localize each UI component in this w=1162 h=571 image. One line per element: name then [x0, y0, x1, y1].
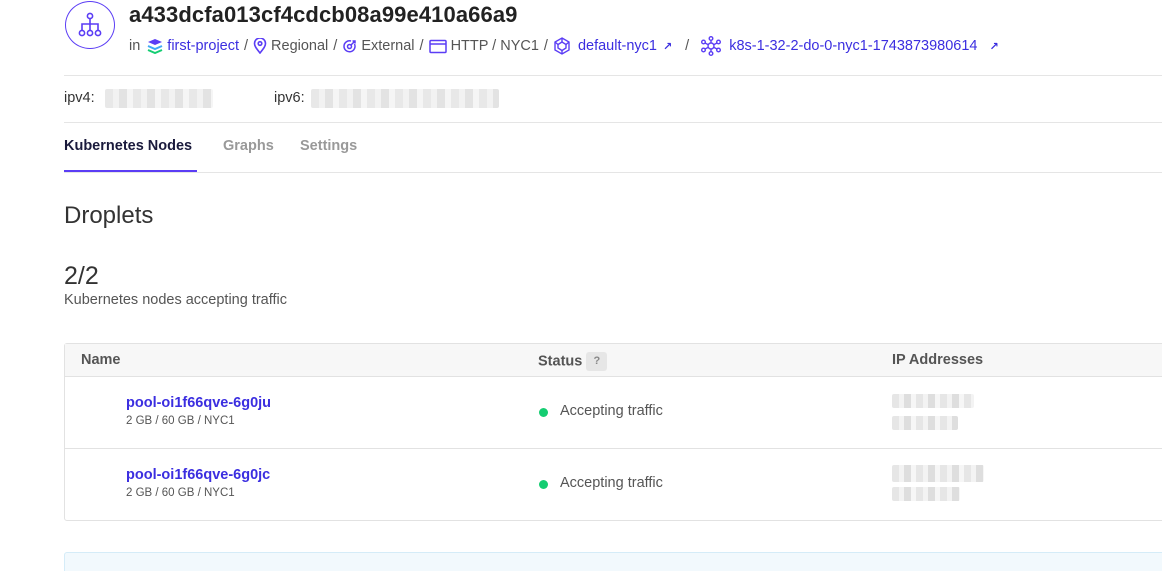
ip-address-redacted: [892, 394, 974, 408]
status-help-icon[interactable]: ?: [586, 352, 608, 371]
status-indicator: [539, 408, 548, 417]
ipv4-label: ipv4:: [64, 90, 95, 106]
in-label: in: [129, 38, 141, 54]
status-indicator: [539, 480, 548, 489]
load-balancer-icon: [65, 1, 115, 49]
page-title: a433dcfa013cf4cdcb08a99e410a66a9: [129, 2, 518, 27]
network-type: External: [361, 38, 415, 54]
droplet-name-link[interactable]: pool-oi1f66qve-6g0ju: [126, 395, 271, 411]
node-count-label: Kubernetes nodes accepting traffic: [64, 292, 288, 308]
external-link-icon[interactable]: ↗: [663, 40, 672, 53]
ipv6-label: ipv6:: [274, 90, 305, 106]
ip-address-redacted: [892, 487, 960, 501]
droplets-table: Name Status? IP Addresses pool-oi1f66qve…: [64, 343, 1162, 521]
external-link-icon[interactable]: ↗: [989, 40, 998, 53]
project-icon: [147, 38, 163, 54]
cluster-link[interactable]: k8s-1-32-2-do-0-nyc1-1743873980614: [729, 38, 977, 54]
tab-settings[interactable]: Settings: [300, 138, 357, 154]
ip-addresses-bar: ipv4: ipv6:: [64, 76, 1162, 123]
protocol-icon: [428, 39, 447, 54]
location-pin-icon: [253, 38, 267, 54]
tab-bar: Kubernetes Nodes Graphs Settings: [64, 123, 1162, 173]
project-link[interactable]: first-project: [167, 38, 239, 54]
ipv6-value-redacted: [311, 89, 499, 108]
status-text: Accepting traffic: [560, 475, 663, 491]
table-header: Name Status? IP Addresses: [65, 344, 1162, 377]
tab-graphs[interactable]: Graphs: [223, 138, 274, 154]
info-banner: [64, 552, 1162, 571]
node-count: 2/2: [64, 262, 99, 290]
vpc-icon: [553, 37, 571, 55]
column-status: Status?: [538, 352, 608, 371]
vpc-link[interactable]: default-nyc1: [578, 38, 657, 54]
table-row: pool-oi1f66qve-6g0jc 2 GB / 60 GB / NYC1…: [65, 449, 1162, 521]
ip-address-redacted: [892, 465, 984, 482]
droplet-spec: 2 GB / 60 GB / NYC1: [126, 415, 235, 427]
status-text: Accepting traffic: [560, 403, 663, 419]
section-title: Droplets: [64, 202, 154, 229]
column-ip-addresses: IP Addresses: [892, 352, 984, 368]
external-icon: [342, 39, 357, 54]
active-tab-indicator: [64, 170, 197, 172]
load-balancer-header: a433dcfa013cf4cdcb08a99e410a66a9 in firs…: [64, 0, 1162, 76]
table-row: pool-oi1f66qve-6g0ju 2 GB / 60 GB / NYC1…: [65, 377, 1162, 449]
ipv4-value-redacted: [105, 89, 213, 108]
breadcrumb: in first-project / Regional / External /…: [129, 36, 999, 56]
kubernetes-icon: [700, 36, 722, 56]
droplet-name-link[interactable]: pool-oi1f66qve-6g0jc: [126, 467, 270, 483]
column-name: Name: [81, 352, 121, 368]
ip-address-redacted: [892, 416, 958, 430]
tab-kubernetes-nodes[interactable]: Kubernetes Nodes: [64, 138, 192, 154]
region-type: Regional: [271, 38, 329, 54]
protocol-region: HTTP / NYC1: [450, 38, 539, 54]
droplet-spec: 2 GB / 60 GB / NYC1: [126, 487, 235, 499]
